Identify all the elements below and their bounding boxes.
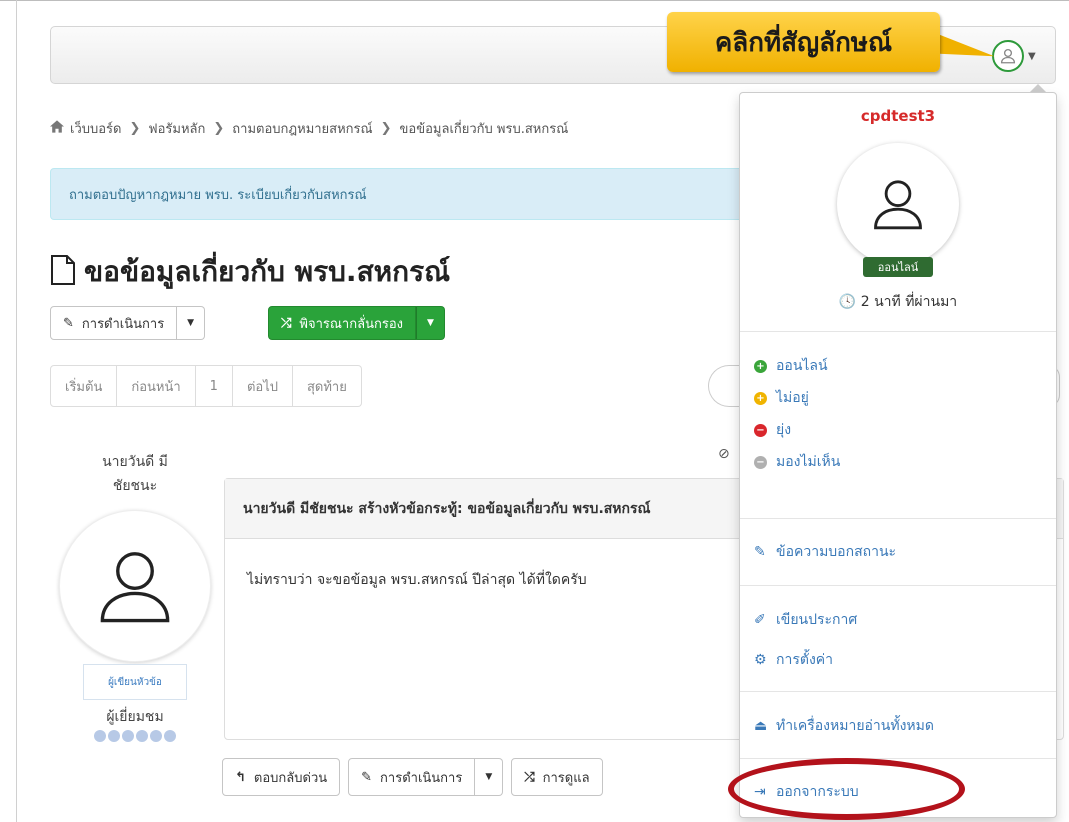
status-online-item[interactable]: + ออนไลน์: [754, 355, 828, 377]
breadcrumb-separator-icon: ❯: [129, 121, 141, 136]
author-avatar[interactable]: [59, 510, 211, 662]
mark-all-read-item[interactable]: ⏏ ทำเครื่องหมายอ่านทั้งหมด: [754, 715, 934, 737]
topic-starter-badge: ผู้เขียนหัวข้อ: [83, 664, 187, 700]
post-actions-dropdown[interactable]: ▼: [475, 758, 504, 796]
user-dropdown-menu: cpdtest3 ออนไลน์ 🕓 2 นาที ที่ผ่านมา + ออ…: [739, 92, 1057, 818]
caret-down-icon: ▼: [426, 318, 434, 328]
settings-label: การตั้งค่า: [776, 652, 834, 668]
plus-icon: +: [754, 391, 767, 405]
edit-icon: ✎: [63, 315, 74, 331]
write-announcement-label: เขียนประกาศ: [776, 612, 858, 628]
post-moderation-button[interactable]: ⤮ การดูแล: [511, 758, 603, 796]
page-title: ขอข้อมูลเกี่ยวกับ พรบ.สหกรณ์: [84, 255, 451, 288]
dropdown-avatar[interactable]: [837, 143, 959, 265]
divider: [740, 691, 1056, 692]
edit-icon: ✎: [754, 544, 766, 560]
actions-button-group: ✎ การดำเนินการ ▼: [50, 306, 206, 340]
display-toggle-left[interactable]: [708, 365, 740, 407]
post-actions-label: การดำเนินการ: [380, 770, 463, 786]
plus-icon: +: [754, 359, 767, 373]
edit-icon: ✎: [361, 769, 373, 785]
clock-icon: 🕓: [838, 294, 857, 310]
post-author: นายวันดี มี ชัยชนะ ผู้เขียนหัวข้อ ผู้เยี…: [50, 450, 220, 742]
inbox-icon: ⏏: [754, 718, 768, 734]
divider: [740, 758, 1056, 759]
online-badge: ออนไลน์: [863, 257, 933, 277]
breadcrumb-separator-icon: ❯: [213, 121, 225, 136]
instruction-callout: คลิกที่สัญลักษณ์: [667, 12, 940, 72]
actions-dropdown-toggle[interactable]: ▼: [177, 306, 206, 340]
moderation-dropdown-toggle[interactable]: ▼: [415, 306, 445, 340]
moderation-button-group: ⤮ พิจารณากลั่นกรอง ▼: [268, 306, 445, 340]
user-menu-toggle[interactable]: ▼: [992, 38, 1050, 74]
author-rank-dots: [50, 730, 220, 742]
caret-down-icon: ▼: [187, 318, 195, 328]
last-active-text: 2 นาที ที่ผ่านมา: [860, 294, 958, 310]
status-invisible-label: มองไม่เห็น: [776, 454, 841, 470]
topic-title-row: ขอข้อมูลเกี่ยวกับ พรบ.สหกรณ์: [50, 250, 450, 294]
minus-icon: −: [754, 455, 767, 469]
actions-label: การดำเนินการ: [81, 316, 165, 332]
author-name[interactable]: นายวันดี มี ชัยชนะ: [50, 450, 220, 498]
quick-reply-label: ตอบกลับด่วน: [253, 770, 328, 786]
caret-down-icon: ▼: [485, 772, 493, 782]
status-away-item[interactable]: + ไม่อยู่: [754, 387, 809, 409]
shuffle-icon: ⤮: [281, 315, 292, 331]
pagination: เริ่มต้น ก่อนหน้า 1 ต่อไป สุดท้าย: [50, 365, 362, 407]
ban-icon[interactable]: ⊘: [718, 446, 730, 462]
write-announcement-item[interactable]: ✐ เขียนประกาศ: [754, 609, 857, 631]
author-name-line2: ชัยชนะ: [112, 478, 158, 494]
status-online-label: ออนไลน์: [776, 358, 828, 374]
breadcrumb-category[interactable]: ถามตอบกฎหมายสหกรณ์: [232, 118, 372, 139]
divider: [740, 518, 1056, 519]
shuffle-icon: ⤮: [524, 769, 535, 785]
breadcrumb-webboard[interactable]: เว็บบอร์ด: [70, 118, 121, 139]
author-name-line1: นายวันดี มี: [102, 454, 168, 470]
post-moderation-label: การดูแล: [542, 770, 590, 786]
moderation-label: พิจารณากลั่นกรอง: [299, 316, 403, 332]
chevron-down-icon[interactable]: ▼: [1028, 51, 1036, 62]
reply-icon: ↰: [235, 769, 246, 785]
frame-left: [16, 0, 17, 822]
pager-page-1[interactable]: 1: [195, 365, 233, 407]
pencil-icon: ✐: [754, 612, 766, 628]
breadcrumb-topic[interactable]: ขอข้อมูลเกี่ยวกับ พรบ.สหกรณ์: [400, 118, 569, 139]
frame-top: [0, 0, 1069, 1]
gear-icon: ⚙: [754, 652, 767, 668]
status-busy-item[interactable]: − ยุ่ง: [754, 419, 791, 441]
minus-icon: −: [754, 423, 767, 437]
last-active: 🕓 2 นาที ที่ผ่านมา: [740, 291, 1056, 313]
breadcrumb-main-forum[interactable]: ฟอรัมหลัก: [148, 118, 205, 139]
pager-last[interactable]: สุดท้าย: [292, 365, 362, 407]
status-busy-label: ยุ่ง: [776, 422, 792, 438]
divider: [740, 585, 1056, 586]
status-message-item[interactable]: ✎ ข้อความบอกสถานะ: [754, 541, 896, 563]
mark-all-read-label: ทำเครื่องหมายอ่านทั้งหมด: [776, 718, 934, 734]
divider: [740, 331, 1056, 332]
post-actions: ↰ ตอบกลับด่วน ✎ การดำเนินการ ▼ ⤮ การดูแล: [222, 758, 603, 796]
pager-first[interactable]: เริ่มต้น: [50, 365, 118, 407]
status-message-label: ข้อความบอกสถานะ: [776, 544, 897, 560]
settings-item[interactable]: ⚙ การตั้งค่า: [754, 649, 833, 671]
breadcrumb-separator-icon: ❯: [380, 121, 392, 136]
moderation-button[interactable]: ⤮ พิจารณากลั่นกรอง: [268, 306, 416, 340]
home-icon[interactable]: [50, 120, 64, 137]
pager-prev[interactable]: ก่อนหน้า: [117, 365, 196, 407]
status-invisible-item[interactable]: − มองไม่เห็น: [754, 451, 840, 473]
dropdown-username[interactable]: cpdtest3: [740, 107, 1056, 125]
logout-highlight-ring: [728, 758, 965, 820]
user-avatar-icon[interactable]: [992, 40, 1024, 72]
status-away-label: ไม่อยู่: [776, 390, 809, 406]
post-actions-button[interactable]: ✎ การดำเนินการ: [348, 758, 476, 796]
dropdown-caret: [1030, 84, 1046, 92]
pager-next[interactable]: ต่อไป: [232, 365, 293, 407]
post-actions-group: ✎ การดำเนินการ ▼: [348, 758, 504, 796]
author-role: ผู้เยี่ยมชม: [106, 709, 164, 725]
quick-reply-button[interactable]: ↰ ตอบกลับด่วน: [222, 758, 341, 796]
breadcrumb: เว็บบอร์ด ❯ ฟอรัมหลัก ❯ ถามตอบกฎหมายสหกร…: [50, 118, 568, 139]
actions-button[interactable]: ✎ การดำเนินการ: [50, 306, 178, 340]
document-icon: [50, 255, 76, 289]
